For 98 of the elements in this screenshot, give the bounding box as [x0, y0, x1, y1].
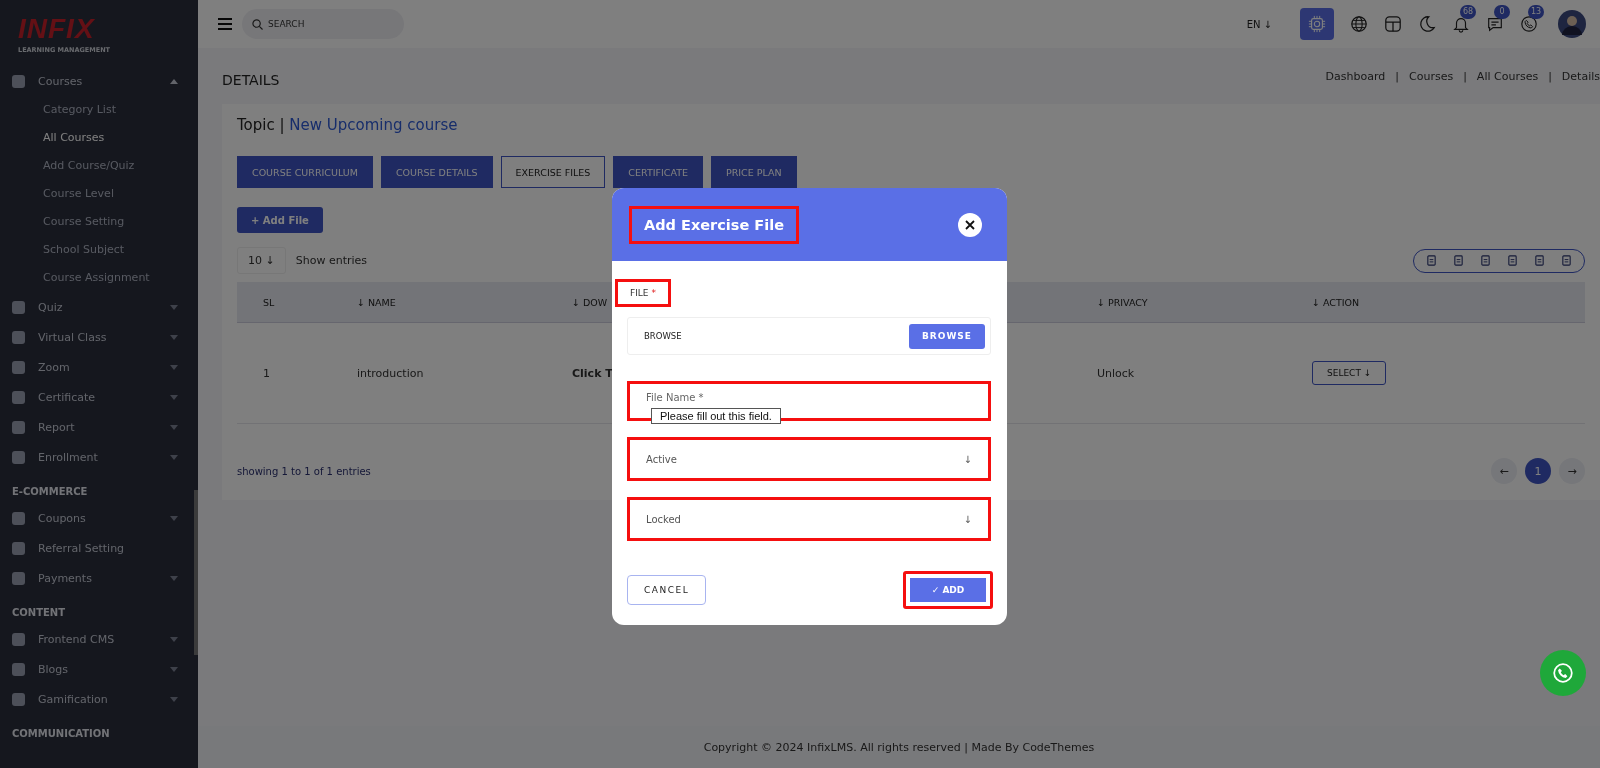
course-name: New Upcoming course — [289, 116, 458, 134]
validation-tooltip: Please fill out this field. — [651, 408, 781, 424]
tab[interactable]: COURSE DETAILS — [380, 156, 493, 188]
column-header[interactable]: ↓ PRIVACY — [1097, 296, 1312, 308]
square-icon — [12, 541, 25, 555]
scrollbar[interactable] — [194, 490, 198, 655]
layout-icon[interactable] — [1384, 15, 1402, 33]
close-icon — [965, 219, 975, 230]
sidebar-item[interactable]: Courses — [0, 66, 198, 96]
page-title: DETAILS — [222, 71, 281, 88]
sidebar-item[interactable]: Referral Setting — [0, 533, 198, 563]
globe-icon[interactable] — [1350, 15, 1368, 33]
add-button[interactable]: ✓ ADD — [903, 571, 993, 609]
breadcrumb-separator: | — [1463, 70, 1467, 83]
avatar[interactable] — [1558, 10, 1586, 38]
logo: INFIX — [18, 14, 95, 44]
sidebar-subitem[interactable]: Category List — [0, 96, 198, 124]
sidebar-item[interactable]: Gamification — [0, 684, 198, 714]
sidebar-item[interactable]: Report — [0, 412, 198, 442]
square-icon — [12, 360, 25, 374]
column-header[interactable]: ↓ ACTION — [1312, 296, 1512, 308]
square-icon — [12, 662, 25, 676]
sidebar-item[interactable]: Certificate — [0, 382, 198, 412]
square-icon — [12, 74, 25, 88]
phone-icon[interactable] — [1520, 15, 1538, 33]
square-icon — [12, 571, 25, 585]
section-heading: E-COMMERCE — [11, 485, 89, 499]
sidebar-item[interactable]: Enrollment — [0, 442, 198, 472]
browse-button[interactable]: BROWSE — [909, 323, 985, 349]
add-file-button[interactable]: + Add File — [237, 207, 323, 233]
sidebar-subitem[interactable]: Course Level — [0, 180, 198, 208]
phone-icon — [1552, 662, 1574, 684]
square-icon — [12, 692, 25, 706]
breadcrumb-link[interactable]: All Courses — [1476, 70, 1539, 83]
menu-icon[interactable] — [218, 18, 232, 30]
topic-label: Topic | — [237, 116, 285, 134]
cancel-button[interactable]: CANCEL — [627, 575, 707, 605]
column-header[interactable]: SL — [237, 296, 357, 308]
breadcrumb-separator: | — [1395, 70, 1399, 83]
table-cell-text: introduction — [357, 366, 425, 380]
square-icon — [12, 420, 25, 434]
square-icon — [12, 511, 25, 525]
square-icon — [12, 632, 25, 646]
table-cell-text: 1 — [262, 366, 271, 380]
page-button[interactable]: 1 — [1525, 458, 1551, 484]
moon-icon[interactable] — [1418, 15, 1436, 33]
square-icon — [12, 450, 25, 464]
table-info: showing 1 to 1 of 1 entries — [237, 465, 371, 477]
sidebar-subitem[interactable]: Course Setting — [0, 208, 198, 236]
search-icon — [252, 19, 263, 30]
breadcrumb-link[interactable]: Details — [1561, 70, 1600, 83]
sidebar-item[interactable]: Virtual Class — [0, 322, 198, 352]
breadcrumb-separator: | — [1548, 70, 1552, 83]
chat-icon[interactable] — [1486, 15, 1504, 33]
square-icon — [12, 330, 25, 344]
sidebar-item[interactable]: Quiz — [0, 292, 198, 322]
square-icon — [12, 300, 25, 314]
sidebar-subitem[interactable]: Add Course/Quiz — [0, 152, 198, 180]
chip-icon — [1308, 15, 1326, 33]
section-heading: COMMUNICATION — [11, 727, 111, 741]
field-label: FILE * — [615, 279, 671, 307]
select-button[interactable]: SELECT ↓ — [1312, 361, 1387, 385]
sidebar-item[interactable]: Blogs — [0, 654, 198, 684]
breadcrumb-link[interactable]: Dashboard — [1325, 70, 1386, 83]
copyright-text: Copyright © 2024 InfixLMS. All rights reserved | Made By CodeThemes — [703, 740, 1095, 754]
sidebar-subitem[interactable]: School Subject — [0, 236, 198, 264]
notification-badge: 13 — [1528, 5, 1544, 19]
notification-badge: 68 — [1460, 5, 1476, 19]
tab[interactable]: PRICE PLAN — [710, 156, 797, 188]
section-heading: CONTENT — [11, 606, 67, 620]
close-button[interactable] — [958, 212, 982, 237]
tab[interactable]: CERTIFICATE — [613, 156, 703, 188]
sidebar-subitem[interactable]: Course Assignment — [0, 264, 198, 292]
tab[interactable]: COURSE CURRICULUM — [237, 156, 373, 188]
search-field[interactable]: SEARCH — [242, 9, 404, 39]
entries-select[interactable]: 10 ↓ — [237, 247, 286, 274]
next-page-button[interactable]: → — [1559, 458, 1585, 484]
chip-button[interactable] — [1300, 8, 1334, 40]
tab[interactable]: EXERCISE FILES — [500, 156, 606, 188]
sidebar-item[interactable]: Zoom — [0, 352, 198, 382]
column-header[interactable]: ↓ NAME — [357, 296, 572, 308]
square-icon — [12, 390, 25, 404]
language-selector[interactable]: EN ↓ — [1246, 18, 1272, 30]
breadcrumb-link[interactable]: Courses — [1409, 70, 1454, 83]
previous-page-button[interactable]: ← — [1491, 458, 1517, 484]
select-field[interactable]: Active ↓ — [627, 437, 991, 481]
sidebar-item[interactable]: Frontend CMS — [0, 624, 198, 654]
entries-label: Show entries — [295, 254, 368, 267]
notification-badge: 0 — [1494, 5, 1510, 19]
bell-icon[interactable] — [1452, 15, 1470, 33]
document-icon[interactable] — [1480, 255, 1491, 266]
modal-title: Add Exercise File — [629, 205, 800, 244]
sidebar-item[interactable]: Coupons — [0, 503, 198, 533]
file-field[interactable]: BROWSE BROWSE — [627, 317, 991, 355]
sidebar-subitem[interactable]: All Courses — [0, 124, 198, 152]
sidebar-item[interactable]: Payments — [0, 563, 198, 593]
select-field[interactable]: Locked ↓ — [627, 497, 991, 541]
table-cell-text: Unlock — [1097, 366, 1136, 380]
